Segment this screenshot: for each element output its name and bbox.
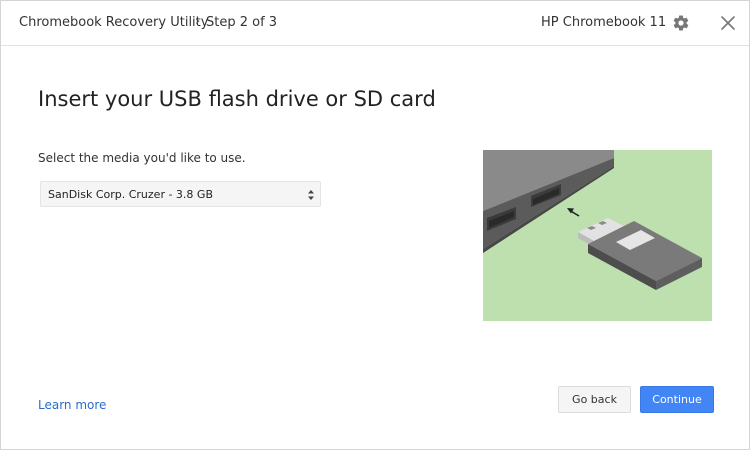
close-icon — [721, 16, 735, 30]
media-select-dropdown[interactable]: SanDisk Corp. Cruzer - 3.8 GB — [40, 181, 321, 207]
recovery-utility-window: Chromebook Recovery Utility › Step 2 of … — [0, 0, 750, 450]
learn-more-link[interactable]: Learn more — [38, 398, 106, 412]
media-select-label: Select the media you'd like to use. — [38, 151, 246, 165]
media-select-value: SanDisk Corp. Cruzer - 3.8 GB — [48, 188, 213, 201]
usb-insert-illustration — [483, 150, 712, 321]
close-button[interactable] — [719, 14, 737, 32]
chromebook-model-name: HP Chromebook 11 — [541, 15, 667, 30]
select-updown-arrows-icon — [308, 190, 314, 200]
page-heading: Insert your USB flash drive or SD card — [38, 87, 436, 111]
gear-icon — [673, 15, 689, 31]
step-indicator: Step 2 of 3 — [206, 15, 278, 30]
breadcrumb-chevron-icon: › — [195, 14, 201, 29]
settings-button[interactable] — [672, 14, 690, 32]
go-back-button[interactable]: Go back — [558, 386, 631, 413]
app-title: Chromebook Recovery Utility — [19, 15, 209, 30]
continue-button[interactable]: Continue — [640, 386, 714, 413]
title-bar: Chromebook Recovery Utility › Step 2 of … — [1, 1, 749, 46]
